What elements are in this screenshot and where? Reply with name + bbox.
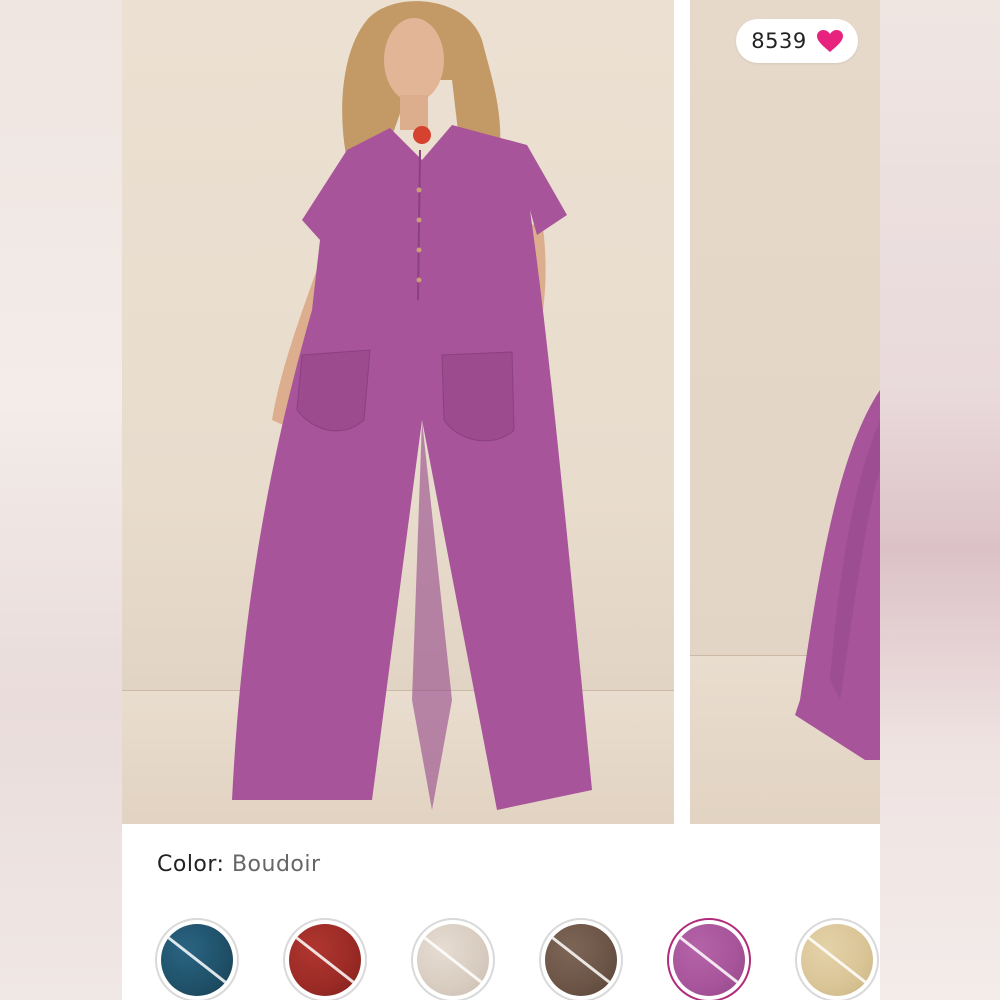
color-selection-label: Color: Boudoir [157, 852, 321, 877]
swatch-tan-fill [801, 924, 873, 996]
swatch-boudoir-fill [673, 924, 745, 996]
swatch-brown[interactable] [539, 918, 623, 1000]
sold-out-strike [164, 934, 230, 986]
swatch-teal-fill [161, 924, 233, 996]
color-label: Color: [157, 852, 225, 877]
color-swatches [155, 918, 895, 1000]
sold-out-strike [292, 934, 358, 986]
swatch-red[interactable] [283, 918, 367, 1000]
swatch-red-fill [289, 924, 361, 996]
swatch-tan[interactable] [795, 918, 879, 1000]
swatch-cream[interactable] [411, 918, 495, 1000]
sold-out-strike [676, 934, 742, 986]
product-image-main[interactable] [122, 0, 674, 824]
sold-out-strike [548, 934, 614, 986]
likes-count: 8539 [751, 29, 807, 53]
heart-icon[interactable] [816, 29, 843, 53]
sold-out-strike [804, 934, 870, 986]
backdrop-right [880, 0, 1000, 1000]
swatch-teal[interactable] [155, 918, 239, 1000]
swatch-brown-fill [545, 924, 617, 996]
model-illustration [232, 1, 592, 810]
likes-badge[interactable]: 8539 [736, 19, 858, 63]
model-illustration-secondary [795, 390, 880, 760]
color-value: Boudoir [231, 852, 321, 877]
swatch-cream-fill [417, 924, 489, 996]
backdrop-left [0, 0, 122, 1000]
sold-out-strike [420, 934, 486, 986]
product-image-secondary[interactable] [690, 0, 880, 824]
swatch-boudoir[interactable] [667, 918, 751, 1000]
